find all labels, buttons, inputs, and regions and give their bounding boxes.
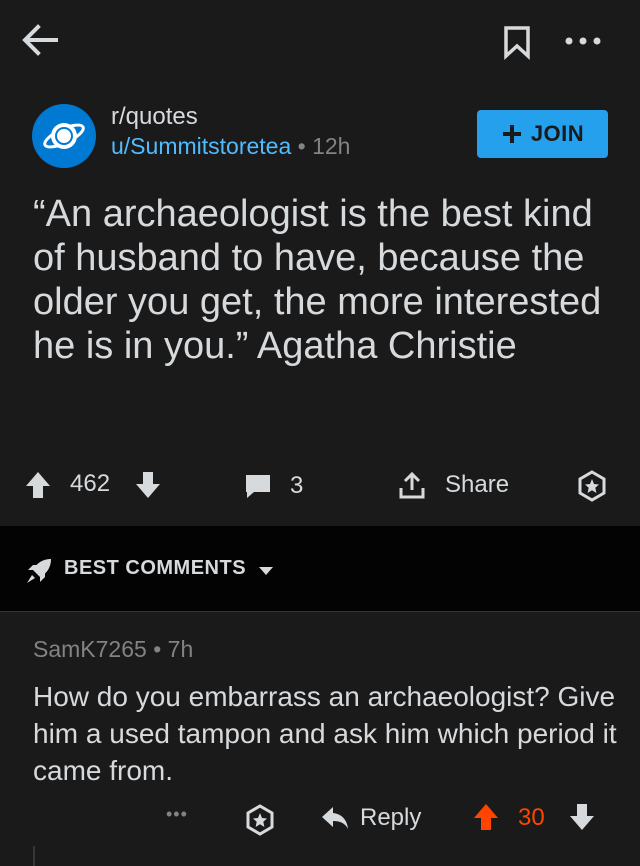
join-label: JOIN <box>530 121 585 146</box>
more-dots-icon <box>565 37 601 45</box>
share-label: Share <box>445 471 510 498</box>
post-title[interactable]: “An archaeologist is the best kind of hu… <box>33 192 613 368</box>
downvote-button[interactable] <box>134 470 162 500</box>
comment-author[interactable]: SamK7265 <box>33 636 147 662</box>
join-button[interactable]: JOIN <box>477 110 608 158</box>
more-options-button[interactable] <box>560 30 606 52</box>
post-header: r/quotes u/Summitstoretea • 12h JOIN <box>0 96 640 176</box>
top-bar <box>0 0 640 80</box>
comment-vote-count: 30 <box>518 804 545 831</box>
post-byline: u/Summitstoretea • 12h <box>111 133 350 160</box>
award-icon <box>578 470 606 502</box>
comment-separator: • <box>153 636 162 662</box>
chevron-down-icon <box>259 567 273 575</box>
award-icon <box>246 804 274 836</box>
plus-icon <box>502 125 521 143</box>
award-button[interactable] <box>576 470 608 502</box>
downvote-arrow-icon <box>136 472 160 498</box>
post-vote-count: 462 <box>70 470 111 497</box>
byline-separator: • <box>297 133 306 159</box>
comment: SamK7265 • 7h How do you embarrass an ar… <box>0 614 640 866</box>
post-age: 12h <box>312 133 351 159</box>
comment-sort-bar[interactable]: BEST COMMENTS <box>0 526 640 612</box>
comment-bubble-icon <box>246 475 270 498</box>
planet-icon <box>43 123 85 149</box>
subreddit-name[interactable]: r/quotes <box>111 103 198 131</box>
post-actions: 462 3 Share <box>0 460 640 512</box>
upvote-arrow-icon <box>26 472 50 498</box>
downvote-arrow-icon <box>570 804 594 830</box>
reply-button[interactable]: Reply <box>320 804 421 832</box>
comment-more-button[interactable]: ••• <box>166 804 188 825</box>
upvote-arrow-icon <box>474 804 498 830</box>
comment-downvote-button[interactable] <box>568 802 596 832</box>
comment-meta: SamK7265 • 7h <box>33 636 193 663</box>
back-button[interactable] <box>20 22 60 58</box>
comment-age: 7h <box>167 636 194 662</box>
reply-arrow-icon <box>322 807 348 829</box>
comment-upvote-button[interactable] <box>472 802 500 832</box>
comment-award-button[interactable] <box>244 804 276 836</box>
comments-button[interactable]: 3 <box>244 472 303 500</box>
upvote-button[interactable] <box>24 470 52 500</box>
subreddit-avatar[interactable] <box>32 104 96 168</box>
bookmark-button[interactable] <box>502 24 532 60</box>
share-icon <box>399 471 425 499</box>
comment-body: How do you embarrass an archaeologist? G… <box>33 681 617 786</box>
rocket-icon <box>27 559 51 583</box>
sort-label: BEST COMMENTS <box>64 557 247 579</box>
bookmark-icon <box>504 26 530 60</box>
reply-label: Reply <box>360 804 422 831</box>
post-author[interactable]: u/Summitstoretea <box>111 133 291 159</box>
comment-count: 3 <box>290 472 304 499</box>
thread-line <box>33 846 35 866</box>
arrow-left-icon <box>22 24 58 56</box>
share-button[interactable]: Share <box>397 470 509 500</box>
